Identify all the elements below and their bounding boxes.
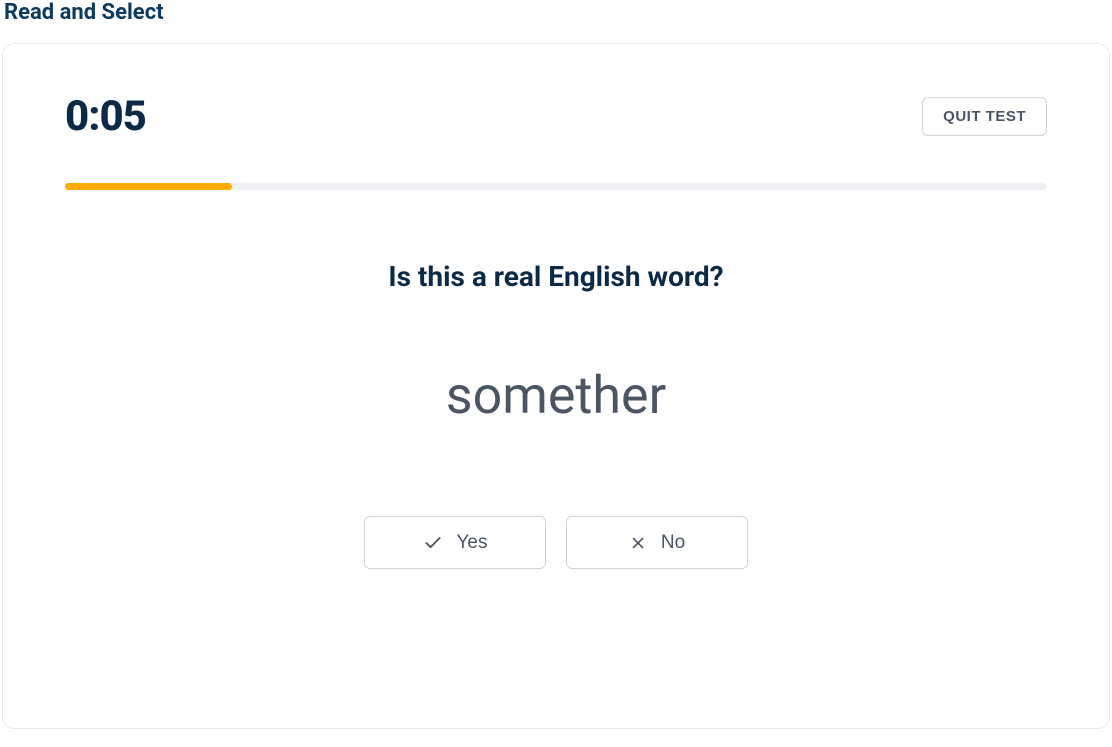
test-word: somether [65, 365, 1047, 426]
test-card: 0:05 QUIT TEST Is this a real English wo… [2, 43, 1110, 729]
app-container: Read and Select 0:05 QUIT TEST Is this a… [0, 0, 1112, 747]
progress-fill [65, 183, 232, 190]
yes-label: Yes [457, 532, 488, 554]
timer-display: 0:05 [65, 92, 146, 141]
top-row: 0:05 QUIT TEST [65, 92, 1047, 141]
no-button[interactable]: No [566, 516, 748, 569]
question-prompt: Is this a real English word? [65, 260, 1047, 293]
progress-bar [65, 183, 1047, 190]
x-icon [629, 534, 647, 552]
check-icon [423, 533, 443, 553]
no-label: No [661, 532, 685, 554]
quit-test-button[interactable]: QUIT TEST [922, 97, 1047, 136]
yes-button[interactable]: Yes [364, 516, 546, 569]
answer-button-row: Yes No [65, 516, 1047, 569]
page-title: Read and Select [4, 0, 1110, 25]
